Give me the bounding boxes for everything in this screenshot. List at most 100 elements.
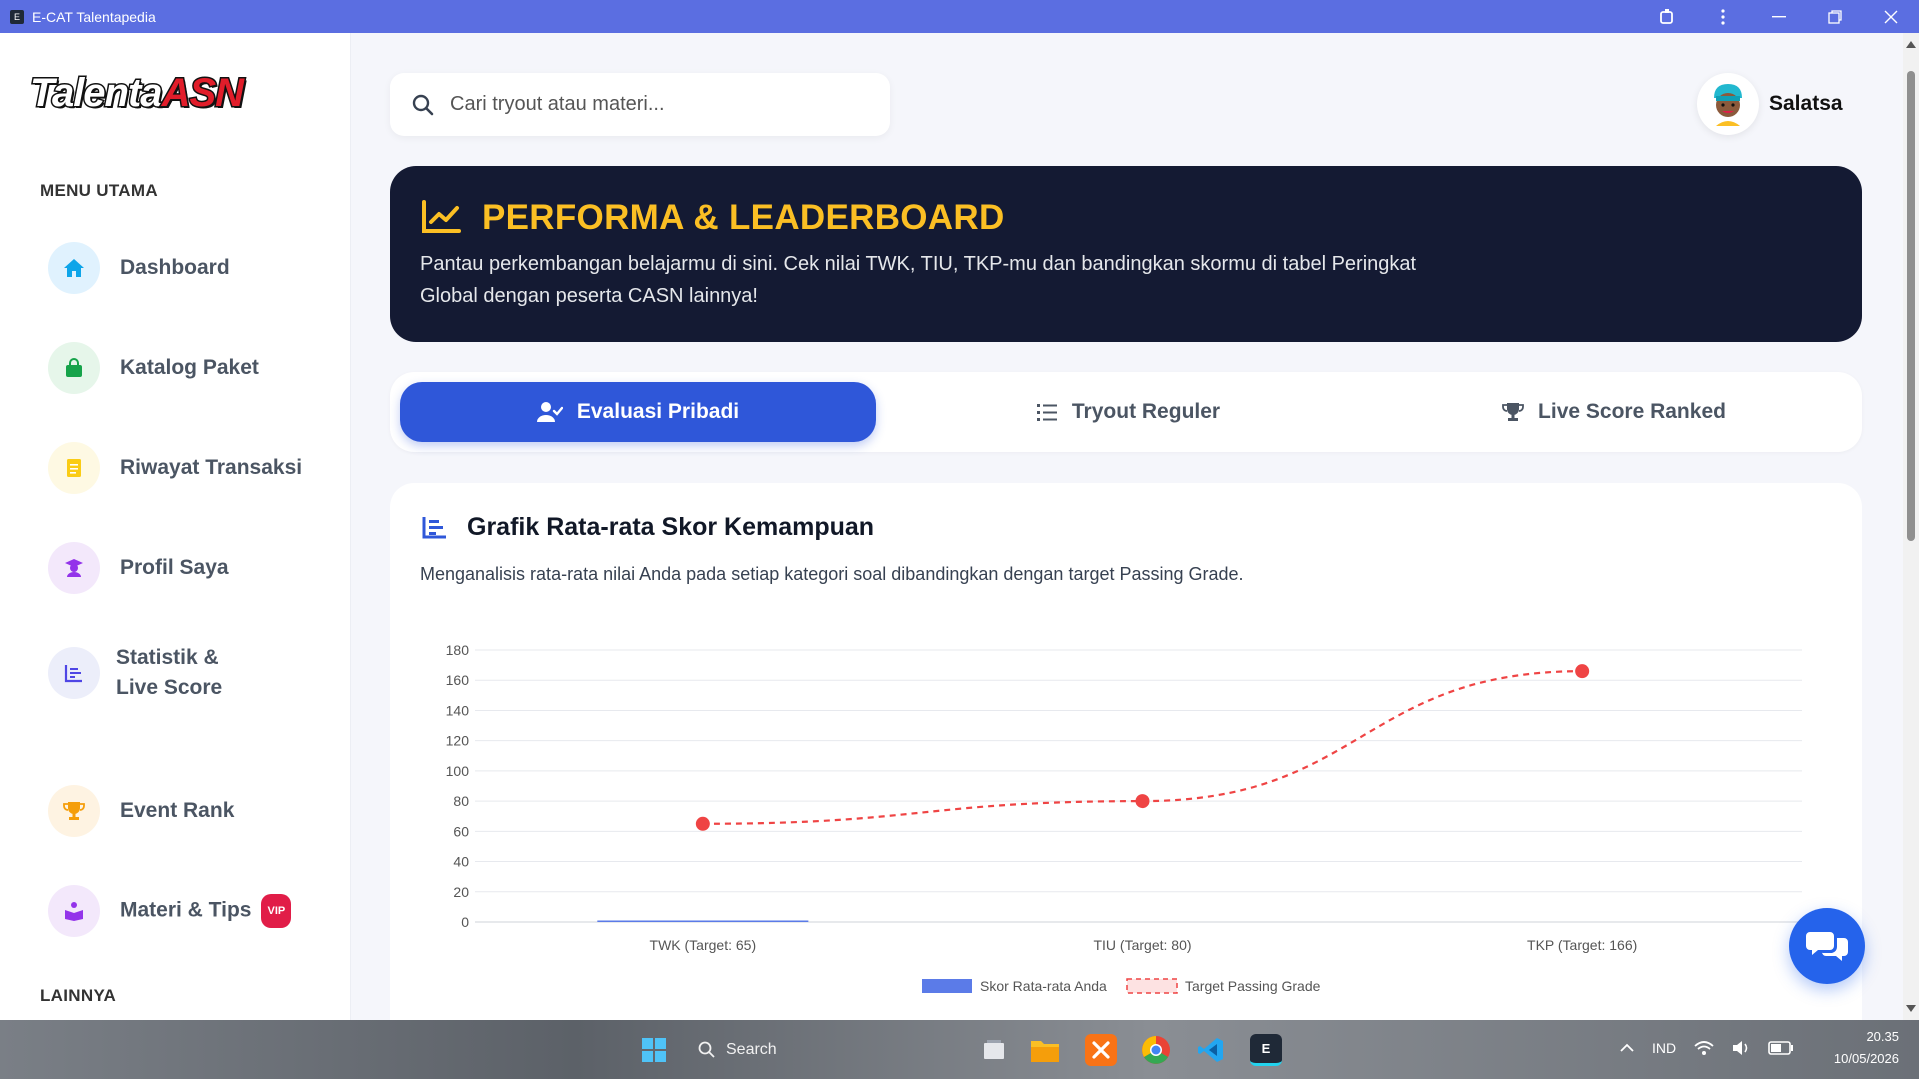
tab-label: Live Score Ranked [1538,400,1726,423]
page-scrollbar[interactable] [1903,33,1919,1020]
legend-swatch-line [1126,978,1178,994]
y-tick-label: 20 [453,884,469,900]
user-name: Salatsa [1769,92,1843,115]
sidebar-item-riwayat-transaksi[interactable]: Riwayat Transaksi [48,438,328,498]
y-tick-label: 120 [446,733,470,749]
y-tick-label: 80 [453,793,469,809]
menu-heading-other: LAINNYA [40,986,117,1005]
vscode-icon[interactable] [1195,1034,1227,1066]
sidebar-item-label: Profil Saya [120,556,229,579]
scroll-up-arrow[interactable] [1906,41,1916,48]
clock-date: 10/05/2026 [1833,1051,1899,1066]
chart-card: Grafik Rata-rata Skor Kemampuan Menganal… [390,483,1862,1023]
search-icon [412,94,434,115]
chrome-icon[interactable] [1140,1034,1172,1066]
task-view-icon[interactable] [978,1034,1010,1066]
scroll-thumb[interactable] [1907,71,1915,541]
clock-time: 20.35 [1866,1029,1899,1044]
sidebar-item-statistik-live-score[interactable]: Statistik & Live Score [48,638,328,708]
ecat-app-icon[interactable]: E [1250,1034,1282,1066]
comments-icon [1806,932,1848,961]
x-tick-label: TKP (Target: 166) [1527,937,1637,953]
shopping-bag-icon [48,342,100,394]
user-graduate-icon [48,542,100,594]
legend-label: Skor Rata-rata Anda [980,978,1107,994]
avatar[interactable] [1697,73,1759,135]
y-tick-label: 140 [446,702,470,718]
app-icon: E [10,9,24,24]
sidebar-item-label: Materi & Tips VIP [120,894,292,928]
vip-badge: VIP [261,894,292,928]
sidebar: TalentaASN MENU UTAMA Dashboard Katalog … [0,33,351,1020]
window-title: E-CAT Talentapedia [32,8,156,25]
volume-icon[interactable] [1732,1040,1750,1056]
tab-label: Tryout Reguler [1071,400,1221,423]
search-bar[interactable] [390,73,890,136]
search-input[interactable] [450,93,870,116]
extensions-icon[interactable] [1639,0,1695,33]
battery-icon[interactable] [1768,1041,1794,1055]
chat-button[interactable] [1789,908,1865,984]
sidebar-item-materi-tips[interactable]: Materi & Tips VIP [48,881,328,941]
list-ordered-icon [1036,404,1057,421]
materi-label-text: Materi & Tips [120,898,252,922]
y-tick-label: 160 [446,672,470,688]
sidebar-item-label: Dashboard [120,256,230,279]
search-icon [698,1041,715,1058]
hero-banner: PERFORMA & LEADERBOARD Pantau perkembang… [390,166,1862,342]
legend-label: Target Passing Grade [1185,978,1321,994]
window-titlebar: E E-CAT Talentapedia [0,0,1919,33]
sidebar-item-event-rank[interactable]: Event Rank [48,781,328,841]
legend-swatch-bar [922,979,972,993]
sidebar-item-label: Statistik & Live Score [116,646,223,699]
logo-part2: ASN [160,70,245,117]
logo-part1: Talenta [29,70,165,117]
tab-live-score-ranked[interactable]: Live Score Ranked [1376,382,1852,442]
tab-evaluasi-pribadi[interactable]: Evaluasi Pribadi [400,382,876,442]
more-options-icon[interactable] [1695,0,1751,33]
target-point [1575,664,1590,679]
book-reader-icon [48,885,100,937]
restore-icon[interactable] [1807,0,1863,33]
logo[interactable]: TalentaASN [29,70,246,117]
sidebar-item-label: Event Rank [120,799,235,822]
taskbar-search-label: Search [726,1041,777,1058]
wifi-icon[interactable] [1694,1040,1714,1056]
clock[interactable]: 20.35 10/05/2026 [1834,1026,1899,1070]
bar [597,920,809,922]
sidebar-item-label: Riwayat Transaksi [120,456,303,479]
taskbar: Search E IND 20.35 10/05/2026 [0,1020,1919,1079]
receipt-icon [48,442,100,494]
windows-start-icon[interactable] [638,1034,670,1066]
language-indicator[interactable]: IND [1652,1040,1676,1056]
chevron-up-icon[interactable] [1620,1043,1634,1053]
sidebar-item-label: Katalog Paket [120,356,259,379]
y-tick-label: 100 [446,763,470,779]
y-tick-label: 0 [461,914,469,930]
close-icon[interactable] [1863,0,1919,33]
x-tick-label: TIU (Target: 80) [1093,937,1191,953]
sidebar-item-katalog-paket[interactable]: Katalog Paket [48,338,328,398]
target-point [1135,794,1150,809]
user-check-icon [536,402,563,422]
menu-heading-main: MENU UTAMA [40,181,158,200]
x-tick-label: TWK (Target: 65) [650,937,757,953]
taskbar-search[interactable]: Search [698,1032,777,1068]
user-profile[interactable]: Salatsa [1697,73,1843,135]
y-tick-label: 180 [446,642,470,658]
tab-bar: Evaluasi Pribadi Tryout Reguler Live Sco… [390,372,1862,452]
trophy-icon [1502,403,1524,421]
file-explorer-icon[interactable] [1029,1034,1061,1066]
chart-bar-icon [48,647,100,699]
minimize-icon[interactable] [1751,0,1807,33]
y-tick-label: 60 [453,823,469,839]
y-tick-label: 40 [453,854,469,870]
sidebar-item-dashboard[interactable]: Dashboard [48,238,328,298]
target-point [695,816,710,831]
scroll-down-arrow[interactable] [1906,1005,1916,1012]
score-chart: 0 20 40 60 80 100 120 140 160 180 TWK (Target: 65)… [446,642,1802,994]
sidebar-item-profil-saya[interactable]: Profil Saya [48,538,328,598]
tab-tryout-reguler[interactable]: Tryout Reguler [890,382,1366,442]
xampp-icon[interactable] [1085,1034,1117,1066]
page-title: PERFORMA & LEADERBOARD [482,198,1005,237]
